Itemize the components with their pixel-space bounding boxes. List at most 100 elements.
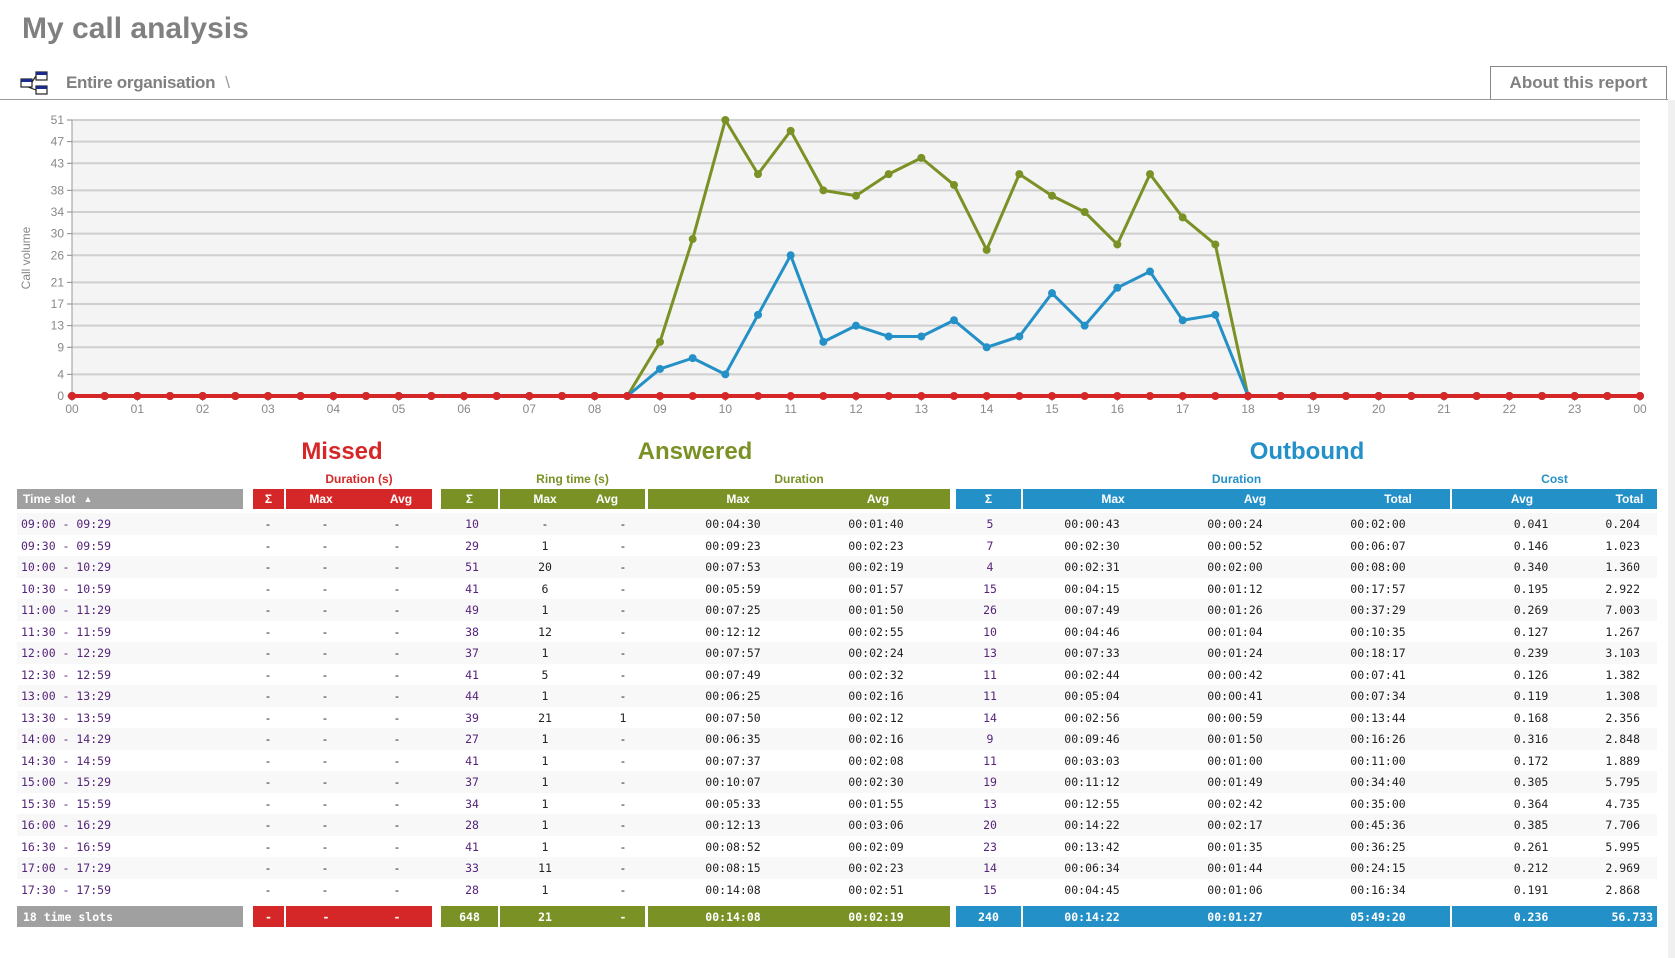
cell-outbound-count[interactable]: 4 bbox=[970, 560, 1010, 574]
total-outbound-duration-max: 00:14:22 bbox=[1064, 910, 1120, 924]
column-header-time-slot[interactable]: Time slot ▲ bbox=[17, 489, 243, 509]
cell-missed-count: - bbox=[264, 861, 272, 875]
totals-block: 00:14:22 00:01:27 05:49:20 bbox=[1023, 906, 1450, 927]
cell-time-slot[interactable]: 11:30 - 11:59 bbox=[21, 625, 111, 639]
cell-outbound-count[interactable]: 5 bbox=[970, 517, 1010, 531]
cell-time-slot[interactable]: 14:30 - 14:59 bbox=[21, 754, 111, 768]
cell-time-slot[interactable]: 11:00 - 11:29 bbox=[21, 603, 111, 617]
column-header-outbound-count[interactable]: Σ bbox=[956, 489, 1021, 509]
cell-outbound-count[interactable]: 14 bbox=[970, 711, 1010, 725]
cell-outbound-count[interactable]: 11 bbox=[970, 689, 1010, 703]
cell-time-slot[interactable]: 09:00 - 09:29 bbox=[21, 517, 111, 531]
cell-time-slot[interactable]: 16:00 - 16:29 bbox=[21, 818, 111, 832]
cell-answered-duration-avg: 00:02:32 bbox=[848, 667, 904, 682]
about-report-button[interactable]: About this report bbox=[1490, 66, 1667, 99]
cell-answered-count[interactable]: 41 bbox=[452, 754, 492, 768]
total-outbound-count: 240 bbox=[978, 910, 999, 924]
cell-outbound-count[interactable]: 15 bbox=[970, 883, 1010, 897]
table-row: 15:30 - 15:59 - - - 34 1 - 00:05:33 00:01:55 13 00… bbox=[17, 793, 1657, 815]
cell-ring-avg: - bbox=[619, 646, 627, 660]
column-header-missed-count[interactable]: Σ bbox=[253, 489, 284, 509]
cell-outbound-count[interactable]: 26 bbox=[970, 603, 1010, 617]
x-tick-label: 11 bbox=[784, 402, 797, 416]
cell-answered-count[interactable]: 41 bbox=[452, 840, 492, 854]
cell-outbound-count[interactable]: 9 bbox=[970, 732, 1010, 746]
cell-answered-count[interactable]: 41 bbox=[452, 668, 492, 682]
cell-time-slot[interactable]: 13:30 - 13:59 bbox=[21, 711, 111, 725]
cell-outbound-count[interactable]: 10 bbox=[970, 625, 1010, 639]
cell-answered-count[interactable]: 51 bbox=[452, 560, 492, 574]
cell-answered-count[interactable]: 29 bbox=[452, 539, 492, 553]
cell-answered-count[interactable]: 28 bbox=[452, 818, 492, 832]
total-time-slot: 18 time slots bbox=[23, 910, 114, 924]
column-header-missed-duration[interactable]: Max Avg bbox=[286, 489, 432, 509]
total-answered-duration-max: 00:14:08 bbox=[705, 910, 761, 924]
cell-ring-avg: - bbox=[619, 603, 627, 617]
cell-ring-max: 1 bbox=[541, 538, 549, 553]
breadcrumb: Entire organisation \ bbox=[20, 68, 230, 98]
cell-outbound-duration-total: 00:16:26 bbox=[1350, 732, 1406, 746]
header-label: Avg bbox=[866, 492, 890, 506]
column-header-outbound-duration[interactable]: Max Avg Total bbox=[1023, 489, 1450, 509]
data-point-answered bbox=[982, 245, 991, 254]
cell-outbound-count[interactable]: 13 bbox=[970, 646, 1010, 660]
cell-outbound-duration-total: 00:35:00 bbox=[1350, 796, 1406, 811]
cell-outbound-count[interactable]: 19 bbox=[970, 775, 1010, 789]
cell-answered-count[interactable]: 38 bbox=[452, 625, 492, 639]
cell-missed-avg: - bbox=[393, 710, 401, 725]
breadcrumb-organisation[interactable]: Entire organisation bbox=[66, 73, 216, 93]
cell-answered-count[interactable]: 37 bbox=[452, 775, 492, 789]
cell-outbound-count[interactable]: 7 bbox=[970, 539, 1010, 553]
header-label: Total bbox=[1615, 492, 1644, 506]
cell-time-slot[interactable]: 14:00 - 14:29 bbox=[21, 732, 111, 746]
data-point-missed bbox=[917, 392, 926, 400]
cell-cost-total: 5.995 bbox=[1605, 839, 1640, 854]
cell-answered-count[interactable]: 34 bbox=[452, 797, 492, 811]
column-header-outbound-cost[interactable]: Avg Total bbox=[1452, 489, 1657, 509]
data-point-missed bbox=[133, 392, 142, 400]
table-row: 11:30 - 11:59 - - - 38 12 - 00:12:12 00:02:55 10 0… bbox=[17, 621, 1657, 643]
column-header-ring-time[interactable]: Max Avg bbox=[500, 489, 645, 509]
cell-outbound-count[interactable]: 14 bbox=[970, 861, 1010, 875]
cell-outbound-count[interactable]: 11 bbox=[970, 754, 1010, 768]
data-point-missed bbox=[754, 392, 762, 400]
cell-outbound-duration-avg: 00:01:24 bbox=[1207, 646, 1263, 660]
cell-answered-count[interactable]: 37 bbox=[452, 646, 492, 660]
cell-outbound-count[interactable]: 20 bbox=[970, 818, 1010, 832]
cell-outbound-count[interactable]: 23 bbox=[970, 840, 1010, 854]
cell-answered-count[interactable]: 41 bbox=[452, 582, 492, 596]
cell-answered-count[interactable]: 27 bbox=[452, 732, 492, 746]
cell-time-slot[interactable]: 17:00 - 17:29 bbox=[21, 861, 111, 875]
cell-outbound-count[interactable]: 13 bbox=[970, 797, 1010, 811]
data-point-missed bbox=[68, 392, 76, 400]
cell-ring-max: 1 bbox=[541, 775, 549, 789]
cell-time-slot[interactable]: 15:30 - 15:59 bbox=[21, 797, 111, 811]
cell-answered-count[interactable]: 10 bbox=[452, 517, 492, 531]
column-header-answered-count[interactable]: Σ bbox=[441, 489, 498, 509]
cell-answered-count[interactable]: 28 bbox=[452, 883, 492, 897]
cell-time-slot[interactable]: 12:00 - 12:29 bbox=[21, 646, 111, 660]
cell-time-slot[interactable]: 10:00 - 10:29 bbox=[21, 560, 111, 574]
cell-answered-count[interactable]: 33 bbox=[452, 861, 492, 875]
cell-time-slot[interactable]: 16:30 - 16:59 bbox=[21, 840, 111, 854]
data-point-outbound bbox=[721, 370, 730, 379]
cell-answered-count[interactable]: 49 bbox=[452, 603, 492, 617]
cell-answered-count[interactable]: 44 bbox=[452, 689, 492, 703]
cell-time-slot[interactable]: 10:30 - 10:59 bbox=[21, 582, 111, 596]
cell-outbound-count[interactable]: 15 bbox=[970, 582, 1010, 596]
cell-time-slot[interactable]: 09:30 - 09:59 bbox=[21, 539, 111, 553]
cell-time-slot[interactable]: 17:30 - 17:59 bbox=[21, 883, 111, 897]
cell-ring-max: 20 bbox=[538, 560, 552, 574]
section-outbound: Outbound bbox=[1249, 438, 1365, 465]
cell-ring-avg: - bbox=[619, 667, 627, 682]
cell-answered-count[interactable]: 39 bbox=[452, 711, 492, 725]
data-point-missed bbox=[1309, 392, 1318, 400]
cell-time-slot[interactable]: 13:00 - 13:29 bbox=[21, 689, 111, 703]
cell-time-slot[interactable]: 15:00 - 15:29 bbox=[21, 775, 111, 789]
data-point-outbound bbox=[982, 343, 991, 352]
cell-outbound-count[interactable]: 11 bbox=[970, 668, 1010, 682]
y-tick-label: 17 bbox=[51, 297, 65, 311]
cell-time-slot[interactable]: 12:30 - 12:59 bbox=[21, 668, 111, 682]
data-point-missed bbox=[1636, 392, 1644, 400]
column-header-answered-duration[interactable]: Max Avg bbox=[648, 489, 950, 509]
